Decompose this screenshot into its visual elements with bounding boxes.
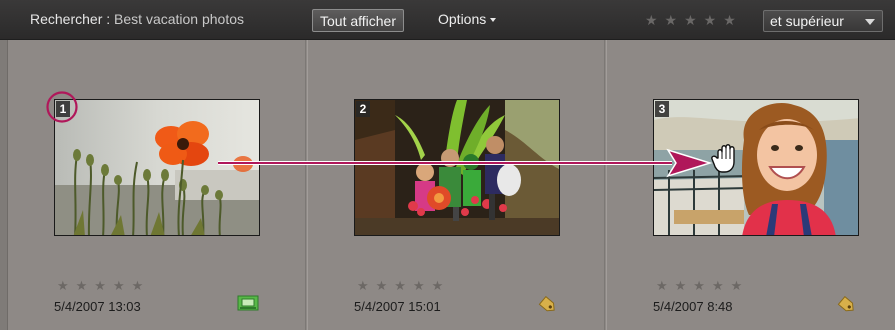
rating-filter-stars[interactable]: ★★★★★ <box>645 12 743 29</box>
photo-number: 2 <box>356 101 370 117</box>
tag-icon <box>837 295 854 312</box>
photo-thumbnail[interactable]: 3 <box>653 99 859 236</box>
photo-cell[interactable]: 2 ★★★★★ 5/4/2007 15:01 <box>307 40 605 330</box>
photo-rating-stars[interactable]: ★★★★★ <box>57 278 150 294</box>
chevron-down-icon <box>490 18 497 23</box>
search-query-label: Rechercher : Best vacation photos <box>30 11 244 27</box>
photo-number: 3 <box>655 101 669 117</box>
photo-thumbnail[interactable]: 2 <box>354 99 560 236</box>
search-toolbar: Rechercher : Best vacation photos Tout a… <box>0 0 895 40</box>
photo-thumbnail[interactable]: 1 <box>54 99 260 236</box>
rating-condition-value: et supérieur <box>770 13 844 29</box>
chevron-down-icon <box>865 19 875 25</box>
slideshow-icon <box>237 295 259 311</box>
photo-cell[interactable]: 1 ★★★★★ 5/4/2007 13:03 <box>8 40 306 330</box>
photo-rating-stars[interactable]: ★★★★★ <box>656 278 749 294</box>
photo-rating-stars[interactable]: ★★★★★ <box>357 278 450 294</box>
options-menu[interactable]: Options <box>438 11 497 27</box>
photo-cell[interactable]: 3 ★★★★★ 5/4/2007 8:48 <box>606 40 895 330</box>
flower-photo-image <box>55 100 259 235</box>
rating-condition-select[interactable]: et supérieur <box>763 10 883 32</box>
search-query-name: Best vacation photos <box>114 11 245 27</box>
options-label: Options <box>438 11 487 27</box>
photo-grid: 1 ★★★★★ 5/4/2007 13:03 2 ★★★★★ 5/4/2007 … <box>0 40 895 330</box>
show-all-button[interactable]: Tout afficher <box>312 9 405 32</box>
photo-date: 5/4/2007 13:03 <box>54 299 141 314</box>
girl-portrait-photo-image <box>654 100 858 235</box>
tag-icon <box>538 295 555 312</box>
photo-date: 5/4/2007 8:48 <box>653 299 733 314</box>
photo-number: 1 <box>56 101 70 117</box>
search-prefix: Rechercher : <box>30 11 111 27</box>
costume-kids-photo-image <box>355 100 559 235</box>
photo-date: 5/4/2007 15:01 <box>354 299 441 314</box>
